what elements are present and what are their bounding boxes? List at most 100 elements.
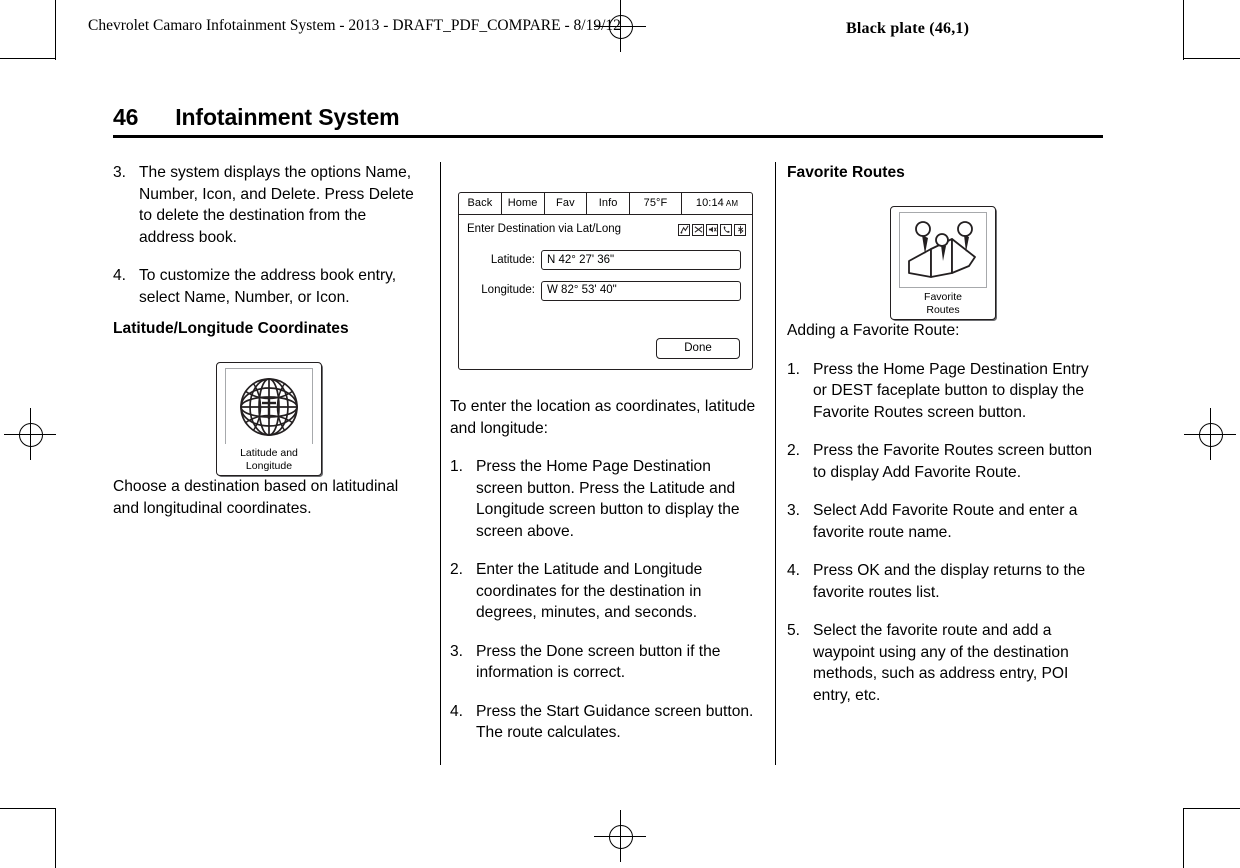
crop-mark-bottom-left-vertical	[55, 808, 56, 868]
list-item-number: 1.	[450, 458, 464, 475]
page-title-text: Infotainment System	[175, 104, 400, 130]
screen-status-icon-row	[678, 223, 746, 236]
figure-caption-line-2: Routes	[926, 304, 960, 316]
phone-icon	[720, 223, 732, 236]
document-page: Chevrolet Camaro Infotainment System - 2…	[0, 0, 1240, 868]
longitude-input[interactable]: W 82° 53' 40"	[541, 280, 741, 301]
section-heading-lat-long: Latitude/Longitude Coordinates	[113, 320, 349, 337]
list-item-text: Select Add Favorite Route and enter a fa…	[813, 502, 1078, 541]
latitude-input[interactable]: N 42° 27' 36"	[541, 250, 741, 271]
figure-caption: Latitude and Longitude	[240, 447, 298, 473]
list-item-text: Press the Start Guidance screen button. …	[476, 702, 754, 742]
latitude-label: Latitude:	[490, 253, 535, 266]
column-middle: Back Home Fav Info 75°F 10:14 AM Enter De…	[450, 162, 762, 744]
list-item: 3. Select Add Favorite Route and enter a…	[787, 500, 1099, 543]
crop-mark-bottom-right-vertical	[1183, 808, 1184, 868]
list-item-text: Press the Done screen button if the info…	[476, 642, 721, 682]
list-item-text: To customize the address book entry, sel…	[139, 267, 397, 306]
list-item-number: 4.	[450, 702, 464, 720]
screen-tab-fav[interactable]: Fav	[545, 193, 588, 214]
screen-top-bar: Back Home Fav Info 75°F 10:14 AM	[459, 193, 752, 215]
done-button-wrap: Done	[656, 338, 740, 359]
favorite-route-steps-list: 1. Press the Home Page Destination Entry…	[787, 359, 1099, 707]
list-item: 4. Press OK and the display returns to t…	[787, 560, 1099, 603]
list-item-text: Press the Home Page Destination screen b…	[476, 458, 740, 540]
crop-mark-top-right-vertical	[1183, 0, 1184, 60]
list-item: 1. Press the Home Page Destination scree…	[450, 456, 762, 542]
list-item-number: 2.	[450, 561, 464, 578]
coordinate-entry-steps-list: 1. Press the Home Page Destination scree…	[450, 456, 762, 744]
route-icon	[678, 223, 690, 236]
crop-mark-top-left-vertical	[55, 0, 56, 60]
registration-mark-left-center	[4, 408, 56, 460]
list-item: 5. Select the favorite route and add a w…	[787, 620, 1099, 706]
page-number: 46	[113, 104, 139, 130]
column-left: 3. The system displays the options Name,…	[113, 162, 425, 519]
shuffle-icon	[692, 223, 704, 236]
crop-mark-top-right-horizontal	[1183, 58, 1240, 59]
list-item-number: 4.	[787, 562, 801, 579]
screen-title-text: Enter Destination via Lat/Long	[467, 223, 622, 235]
screen-clock-meridiem: AM	[725, 198, 739, 208]
list-item-text: Enter the Latitude and Longitude coordin…	[476, 561, 703, 621]
screen-tab-info[interactable]: Info	[587, 193, 630, 214]
screen-clock: 10:14 AM	[682, 193, 752, 214]
registration-mark-right-center	[1184, 408, 1236, 460]
bluetooth-icon	[734, 223, 746, 236]
latitude-longitude-button-figure: Latitude and Longitude	[216, 362, 322, 476]
section-heading-favorite-routes: Favorite Routes	[787, 164, 905, 181]
list-item-text: Select the favorite route and add a wayp…	[813, 622, 1069, 704]
list-item-text: The system displays the options Name, Nu…	[139, 164, 414, 246]
favorite-routes-button-figure: Favorite Routes	[890, 206, 996, 320]
figure-caption-line-2: Longitude	[245, 460, 293, 472]
running-head: Chevrolet Camaro Infotainment System - 2…	[88, 17, 621, 34]
globe-icon	[225, 368, 313, 444]
infotainment-screen-figure: Back Home Fav Info 75°F 10:14 AM Enter De…	[458, 192, 753, 370]
screen-title-row: Enter Destination via Lat/Long	[459, 215, 752, 241]
latitude-field-row: Latitude: N 42° 27' 36"	[459, 250, 752, 272]
list-item-text: Press the Home Page Destination Entry or…	[813, 360, 1089, 421]
crop-mark-top-left-horizontal	[0, 58, 56, 59]
longitude-field-row: Longitude: W 82° 53' 40"	[459, 280, 752, 302]
page-title: 46 Infotainment System	[113, 104, 1103, 138]
list-item-text: Press OK and the display returns to the …	[813, 562, 1086, 601]
favorite-route-intro: Adding a Favorite Route:	[787, 322, 960, 339]
done-button[interactable]: Done	[656, 338, 740, 359]
list-item-number: 5.	[787, 622, 801, 639]
screen-tab-home[interactable]: Home	[502, 193, 545, 214]
title-rule	[113, 135, 1103, 138]
list-item: 4. To customize the address book entry, …	[113, 265, 425, 308]
column-divider-1	[440, 162, 441, 765]
list-item-number: 3.	[113, 164, 127, 181]
black-plate-label: Black plate (46,1)	[846, 20, 970, 37]
list-item-number: 4.	[113, 267, 127, 284]
longitude-label: Longitude:	[481, 284, 535, 296]
list-item-number: 3.	[450, 642, 464, 660]
lat-long-description: Choose a destination based on latitudina…	[113, 478, 399, 517]
address-book-steps-list: 3. The system displays the options Name,…	[113, 162, 425, 308]
figure-caption: Favorite Routes	[924, 291, 962, 317]
coordinates-intro: To enter the location as coordinates, la…	[450, 398, 756, 437]
list-item-number: 3.	[787, 502, 801, 519]
list-item: 3. Press the Done screen button if the i…	[450, 641, 762, 684]
list-item-text: Press the Favorite Routes screen button …	[813, 442, 1093, 481]
figure-caption-line-1: Latitude and	[240, 447, 298, 459]
mute-speaker-icon	[706, 223, 718, 236]
column-divider-2	[775, 162, 776, 765]
column-right: Favorite Routes Favorite Routes Adding a…	[787, 162, 1099, 706]
list-item: 3. The system displays the options Name,…	[113, 162, 425, 248]
list-item: 2. Enter the Latitude and Longitude coor…	[450, 559, 762, 624]
list-item: 4. Press the Start Guidance screen butto…	[450, 701, 762, 744]
screen-clock-time: 10:14	[695, 196, 724, 209]
screen-tab-back[interactable]: Back	[459, 193, 502, 214]
screen-temperature: 75°F	[630, 193, 682, 214]
figure-caption-line-1: Favorite	[924, 291, 962, 303]
list-item-number: 2.	[787, 442, 801, 459]
crop-mark-bottom-left-horizontal	[0, 808, 56, 809]
list-item: 1. Press the Home Page Destination Entry…	[787, 359, 1099, 424]
registration-mark-bottom-center	[594, 810, 646, 862]
crop-mark-bottom-right-horizontal	[1183, 808, 1240, 809]
list-item-number: 1.	[787, 360, 801, 378]
favorite-routes-map-icon	[899, 212, 987, 288]
list-item: 2. Press the Favorite Routes screen butt…	[787, 440, 1099, 483]
